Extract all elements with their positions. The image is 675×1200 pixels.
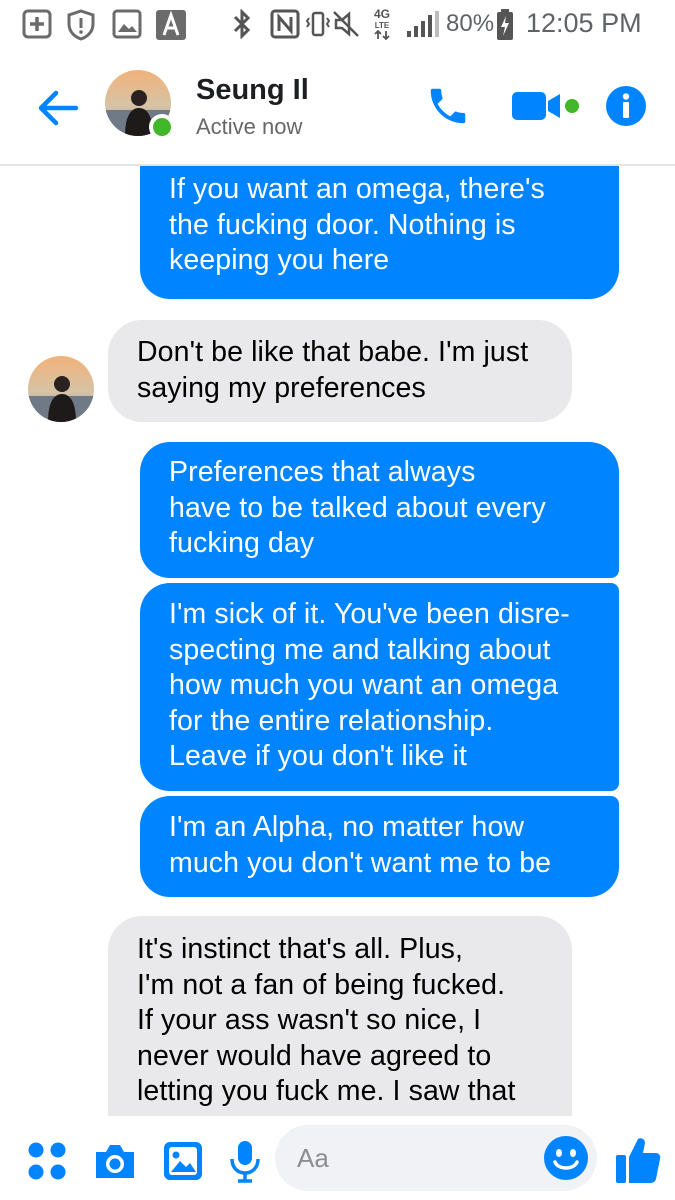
clock: 12:05 PM xyxy=(526,8,642,38)
battery-icon xyxy=(496,9,514,41)
bluetooth-icon xyxy=(232,9,252,39)
conversation-info-button[interactable] xyxy=(602,78,650,134)
contact-status: Active now xyxy=(196,114,303,139)
message-bubble-sent[interactable]: I'm sick of it. You've been disre- spect… xyxy=(140,583,619,791)
image-icon xyxy=(112,9,142,39)
contact-name[interactable]: Seung Il xyxy=(196,74,309,107)
apps-grid-icon xyxy=(28,1142,66,1180)
voice-clip-button[interactable] xyxy=(220,1136,270,1186)
mute-icon xyxy=(332,9,360,39)
info-icon xyxy=(606,86,646,126)
message-list[interactable]: If you want an omega, there's the fuckin… xyxy=(0,166,675,1116)
sender-avatar[interactable] xyxy=(28,356,94,422)
text-a-icon xyxy=(155,9,187,41)
signal-icon xyxy=(404,9,440,39)
back-button[interactable] xyxy=(30,80,86,136)
camera-icon xyxy=(96,1145,134,1178)
message-bubble-received[interactable]: Don't be like that babe. I'm just saying… xyxy=(108,320,572,422)
shield-alert-icon xyxy=(66,9,96,41)
video-call-button[interactable] xyxy=(508,78,586,134)
active-status-dot xyxy=(149,114,175,140)
camera-button[interactable] xyxy=(90,1136,140,1186)
like-button[interactable] xyxy=(612,1132,664,1188)
phone-icon xyxy=(430,88,466,124)
svg-text:4G: 4G xyxy=(374,7,390,21)
message-composer xyxy=(0,1116,675,1200)
video-camera-icon xyxy=(512,92,579,120)
gallery-button[interactable] xyxy=(158,1136,208,1186)
message-bubble-sent[interactable]: I'm an Alpha, no matter how much you don… xyxy=(140,796,619,897)
message-input-container xyxy=(275,1125,597,1191)
message-bubble-sent[interactable]: If you want an omega, there's the fuckin… xyxy=(140,166,619,299)
message-bubble-sent[interactable]: Preferences that always have to be talke… xyxy=(140,442,619,578)
network-type-icon: 4G LTE xyxy=(370,6,394,42)
more-actions-button[interactable] xyxy=(22,1136,72,1186)
emoji-icon xyxy=(544,1136,588,1180)
vibrate-icon xyxy=(306,9,330,39)
contact-avatar-button[interactable] xyxy=(105,70,175,140)
plus-box-icon xyxy=(22,9,52,39)
conversation-header: Seung Il Active now xyxy=(0,50,675,166)
voice-call-button[interactable] xyxy=(420,78,476,134)
back-arrow-icon xyxy=(38,90,79,126)
message-bubble-received[interactable]: It's instinct that's all. Plus, I'm not … xyxy=(108,916,572,1116)
svg-text:LTE: LTE xyxy=(375,21,390,30)
message-input[interactable] xyxy=(297,1125,527,1191)
battery-percent: 80% xyxy=(446,10,495,37)
nfc-icon xyxy=(270,9,300,39)
thumbs-up-icon xyxy=(616,1138,661,1183)
microphone-icon xyxy=(230,1141,260,1183)
gallery-icon xyxy=(164,1142,202,1180)
status-bar: 4G LTE 80% 12:05 PM xyxy=(0,0,675,50)
emoji-button[interactable] xyxy=(541,1133,591,1183)
